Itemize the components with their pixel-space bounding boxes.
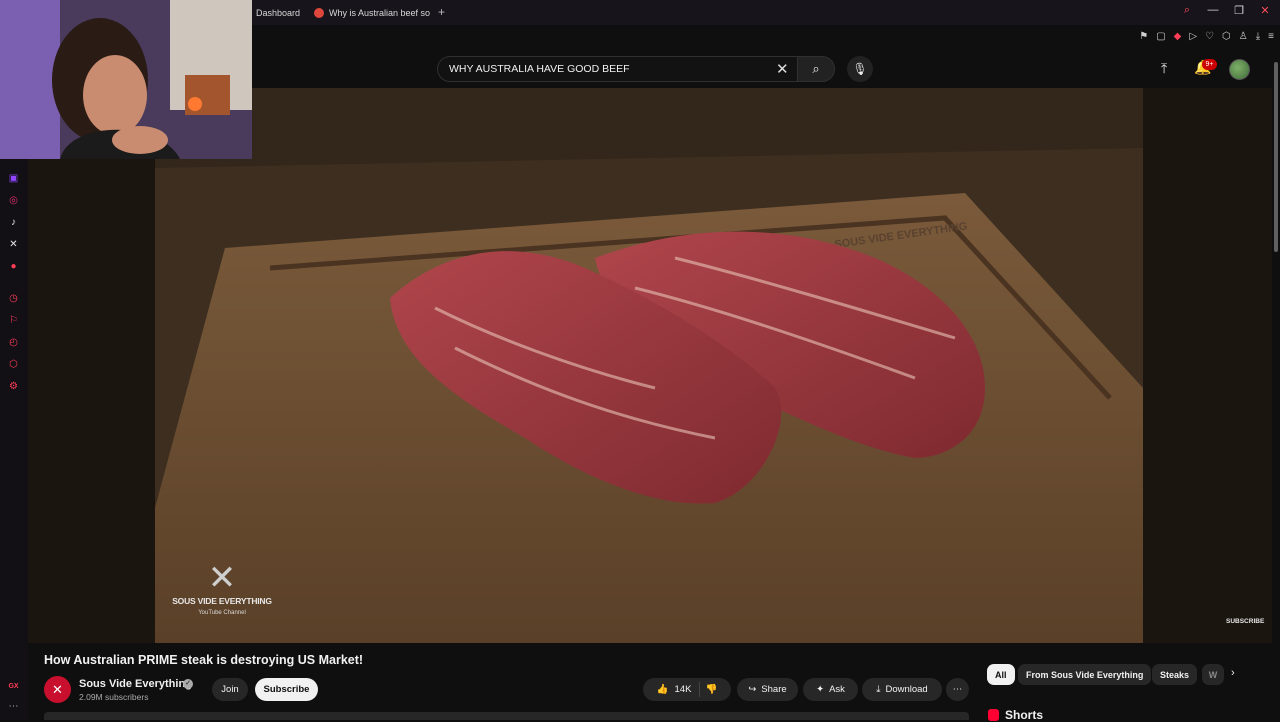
bookmarks-icon[interactable]: ⚐ [8, 315, 19, 326]
subscriber-count: 2.09M subscribers [79, 692, 149, 702]
channel-watermark: ✕ SOUS VIDE EVERYTHING YouTube Channel [172, 560, 272, 635]
crossed-knives-icon: ✕ [52, 681, 63, 697]
download-icon[interactable]: ⤓ [1256, 31, 1260, 42]
pocket-icon[interactable]: ◆ [1174, 31, 1182, 42]
video-title: How Australian PRIME steak is destroying… [44, 653, 364, 667]
tab-dashboard[interactable]: Dashboard [256, 4, 300, 21]
ask-button[interactable]: ✦ Ask [803, 678, 858, 701]
subscribe-button[interactable]: Subscribe [255, 678, 318, 701]
video-frame[interactable]: SOUS VIDE EVERYTHING [155, 88, 1143, 643]
minimize-icon[interactable]: — [1206, 4, 1220, 17]
tab-youtube-video[interactable]: Why is Australian beef so [314, 4, 430, 21]
watermark-tag: YouTube Channel [198, 610, 246, 616]
notifications-badge: 9+ [1202, 59, 1217, 70]
more-actions-button[interactable]: ⋯ [946, 678, 969, 701]
tiktok-icon[interactable]: ♪ [8, 217, 19, 228]
ask-label: Ask [829, 684, 845, 695]
window-controls: ⌕ — ❐ ✕ [1180, 4, 1272, 17]
thumbs-up-icon: 👍 [656, 684, 669, 695]
youtube-favicon-icon [314, 7, 324, 18]
microphone-icon: 🎙 [852, 62, 868, 76]
scrollbar-thumb[interactable] [1274, 62, 1278, 252]
join-button[interactable]: Join [212, 678, 248, 701]
clock-icon[interactable]: ◷ [8, 293, 19, 304]
like-dislike-group: 👍 14K 👎 [643, 678, 731, 701]
play-icon[interactable]: ▷ [1189, 31, 1197, 42]
more-icon[interactable]: ⋯ [8, 701, 19, 712]
account-icon[interactable]: ♙ [1239, 31, 1248, 42]
chip-truncated[interactable]: W [1202, 664, 1224, 685]
search-icon: ⌕ [812, 61, 820, 76]
gx-logo-icon[interactable]: GX [8, 681, 19, 692]
snapshot-icon[interactable]: ▢ [1156, 31, 1165, 42]
search-tabs-icon[interactable]: ⌕ [1180, 4, 1194, 17]
channel-avatar[interactable]: ✕ [44, 676, 71, 703]
thumbs-down-icon: 👎 [705, 684, 718, 695]
clear-search-icon[interactable]: ✕ [776, 60, 789, 78]
webcam-overlay [0, 0, 252, 159]
more-horizontal-icon: ⋯ [952, 684, 963, 695]
like-count: 14K [674, 684, 692, 695]
tab-label: Dashboard [256, 7, 301, 18]
share-label: Share [761, 684, 787, 695]
watermark-brand: SOUS VIDE EVERYTHING [172, 596, 272, 606]
description-box[interactable] [44, 712, 969, 720]
voice-search-button[interactable]: 🎙 [847, 56, 873, 82]
dislike-button[interactable]: 👎 [705, 684, 717, 695]
chevron-right-icon[interactable]: › [1231, 667, 1235, 679]
like-button[interactable]: 👍 14K [657, 682, 701, 697]
extensions-bar: ⚑ ▢ ◆ ▷ ♡ ⬡ ♙ ⤓ ≡ [1139, 31, 1274, 42]
settings-icon[interactable]: ⚙ [8, 381, 19, 392]
history-icon[interactable]: ◴ [8, 337, 19, 348]
video-letterbox-left [28, 88, 155, 643]
channel-name[interactable]: Sous Vide Everything [79, 678, 192, 690]
download-icon: ⤓ [876, 684, 881, 695]
instagram-icon[interactable]: ◎ [8, 195, 19, 206]
menu-icon[interactable]: ≡ [1268, 31, 1274, 42]
subscribe-watermark[interactable]: SUBSCRIBE [1226, 618, 1264, 625]
tab-label: Why is Australian beef so [329, 7, 431, 18]
video-scene: SOUS VIDE EVERYTHING [155, 88, 1143, 643]
download-button[interactable]: ⤓ Download [862, 678, 942, 701]
x-icon[interactable]: ✕ [8, 239, 19, 250]
chip-all[interactable]: All [987, 664, 1015, 685]
maximize-icon[interactable]: ❐ [1232, 4, 1246, 17]
heart-icon[interactable]: ♡ [1205, 31, 1214, 42]
twitch-icon[interactable]: ▣ [8, 173, 19, 184]
shorts-icon [988, 709, 999, 721]
search-input[interactable] [449, 63, 769, 75]
chip-steaks[interactable]: Steaks [1152, 664, 1198, 685]
download-label: Download [885, 684, 928, 695]
video-letterbox-right [1143, 88, 1272, 643]
bookmark-icon[interactable]: ⚑ [1139, 31, 1148, 42]
extensions-side-icon[interactable]: ⬡ [8, 359, 19, 370]
share-icon: ↪ [748, 684, 757, 695]
upload-icon[interactable]: ⤒ [1161, 60, 1167, 77]
extensions-icon[interactable]: ⬡ [1222, 31, 1231, 42]
search-box [437, 56, 797, 82]
player-icon[interactable]: ● [8, 261, 19, 272]
sparkle-icon: ✦ [816, 684, 825, 695]
verified-badge-icon: ✓ [183, 679, 193, 689]
share-button[interactable]: ↪ Share [737, 678, 798, 701]
search-button[interactable]: ⌕ [797, 56, 835, 82]
close-icon[interactable]: ✕ [1258, 4, 1272, 17]
new-tab-button[interactable]: + [438, 5, 445, 19]
chip-from-channel[interactable]: From Sous Vide Everything [1018, 664, 1152, 685]
user-avatar[interactable] [1229, 59, 1250, 80]
crossed-knives-icon: ✕ [207, 559, 237, 597]
